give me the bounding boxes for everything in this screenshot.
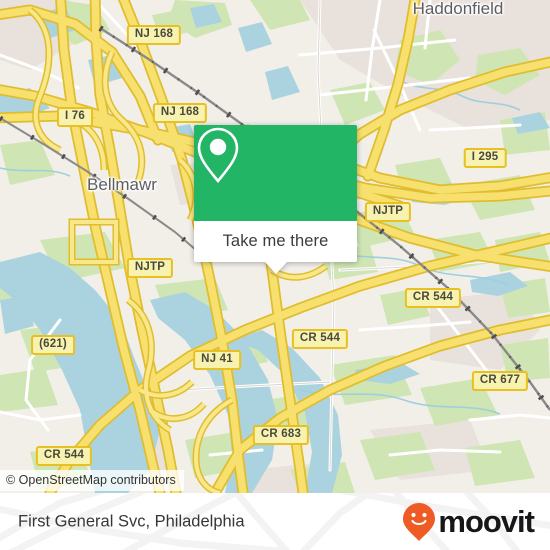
moovit-brand[interactable]: moovit: [402, 502, 535, 542]
road-shield-cr677[interactable]: CR 677: [471, 371, 529, 391]
road-shield-i76[interactable]: I 76: [57, 107, 93, 127]
take-me-there-label: Take me there: [222, 232, 329, 250]
popup-action-area[interactable]: Take me there: [194, 221, 357, 262]
road-shield-621[interactable]: (621): [31, 335, 75, 355]
location-popup-card[interactable]: Take me there: [194, 125, 357, 274]
location-title: First General Svc, Philadelphia: [18, 512, 245, 530]
popup-icon-area: [194, 125, 357, 221]
road-shield-njtp-east[interactable]: NJTP: [364, 202, 412, 222]
road-shield-cr544-east[interactable]: CR 544: [404, 288, 462, 308]
road-shield-cr544-west[interactable]: CR 544: [35, 446, 93, 466]
road-shield-njtp-west[interactable]: NJTP: [126, 258, 174, 278]
road-shield-cr544-mid[interactable]: CR 544: [291, 329, 349, 349]
map-canvas[interactable]: Haddonfield Bellmawr NJ 168 I 76 NJ 168 …: [0, 0, 550, 493]
road-shield-i295[interactable]: I 295: [463, 148, 507, 168]
popup-pointer-tail: [264, 262, 287, 274]
place-label-bellmawr: Bellmawr: [87, 175, 157, 194]
footer-bar: First General Svc, Philadelphia moovit: [0, 493, 550, 550]
moovit-wordmark: moovit: [438, 504, 535, 539]
road-shield-cr683[interactable]: CR 683: [252, 425, 310, 445]
map-screenshot: Haddonfield Bellmawr NJ 168 I 76 NJ 168 …: [0, 0, 550, 550]
map-pin-icon: [197, 127, 239, 184]
place-label-haddonfield: Haddonfield: [412, 0, 504, 18]
map-attribution[interactable]: © OpenStreetMap contributors: [0, 470, 184, 491]
road-shield-nj168-south[interactable]: NJ 168: [152, 103, 208, 123]
moovit-smiley-pin-icon: [403, 502, 436, 541]
road-shield-nj41[interactable]: NJ 41: [193, 350, 241, 370]
road-shield-nj168-north[interactable]: NJ 168: [126, 25, 182, 45]
